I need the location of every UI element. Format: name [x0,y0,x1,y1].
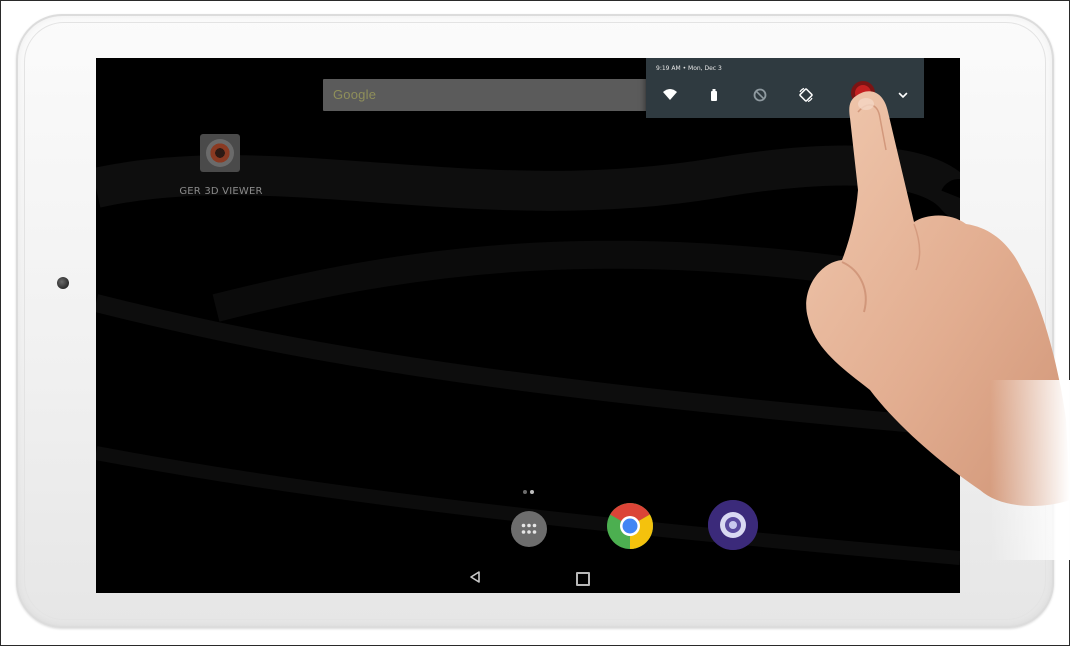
back-button[interactable] [468,570,482,584]
app-icon-graphic [206,139,234,167]
camera-app-button[interactable] [708,500,758,550]
tablet-screen: Google GER 3D VIEWER 9:19 AM • Mon, Dec … [96,58,960,593]
app-label: GER 3D VIEWER [179,186,263,197]
quick-settings-panel: 9:19 AM • Mon, Dec 3 [646,58,924,118]
google-search-bar[interactable]: Google [323,79,653,111]
auto-rotate-icon [799,87,813,103]
do-not-disturb-icon [753,88,767,102]
google-logo: Google [333,87,377,102]
front-camera [57,277,69,289]
battery-toggle[interactable] [706,87,722,103]
back-icon [470,571,480,583]
battery-icon [711,89,717,101]
do-not-disturb-toggle[interactable] [752,87,768,103]
app-drawer-icon [521,523,537,534]
page-dot [523,490,527,494]
screen-record-icon [851,81,875,105]
chrome-app-button[interactable] [607,503,653,549]
page-dot-active [530,490,534,494]
expand-settings-button[interactable] [895,87,911,103]
recents-button[interactable] [576,572,590,586]
app-drawer-button[interactable] [511,511,547,547]
auto-rotate-toggle[interactable] [798,87,814,103]
status-time-date: 9:19 AM • Mon, Dec 3 [656,65,722,72]
camera-app-icon [708,500,758,550]
chrome-icon [607,503,653,549]
ger-3d-viewer-app-icon[interactable] [200,134,240,172]
screen-record-toggle[interactable] [850,80,876,106]
page-indicator [520,488,540,496]
wifi-toggle[interactable] [662,87,678,103]
wifi-icon [663,89,677,100]
chevron-down-icon [898,92,908,99]
